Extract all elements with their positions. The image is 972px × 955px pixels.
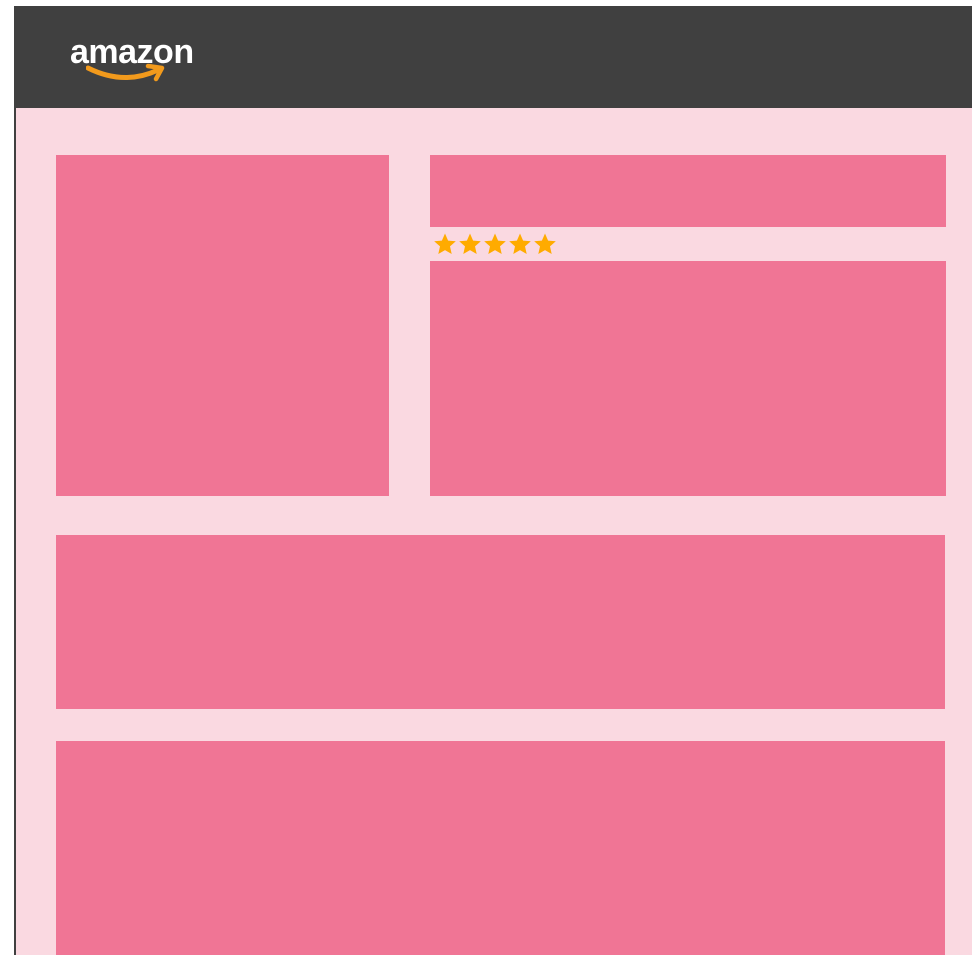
star-icon — [484, 233, 506, 254]
app-window: amazon — [14, 6, 972, 955]
star-icon — [434, 233, 456, 254]
product-image-placeholder[interactable] — [56, 155, 389, 496]
amazon-logo[interactable]: amazon — [70, 32, 220, 88]
star-icon — [459, 233, 481, 254]
product-page-content — [16, 108, 972, 955]
site-header: amazon — [14, 6, 972, 108]
star-rating[interactable] — [433, 232, 557, 258]
product-details-placeholder — [430, 261, 946, 496]
star-icon — [509, 233, 531, 254]
amazon-smile-icon — [86, 63, 165, 82]
content-section-placeholder — [56, 535, 945, 709]
product-title-placeholder — [430, 155, 946, 227]
star-icon — [534, 233, 556, 254]
content-section-placeholder — [56, 741, 945, 955]
